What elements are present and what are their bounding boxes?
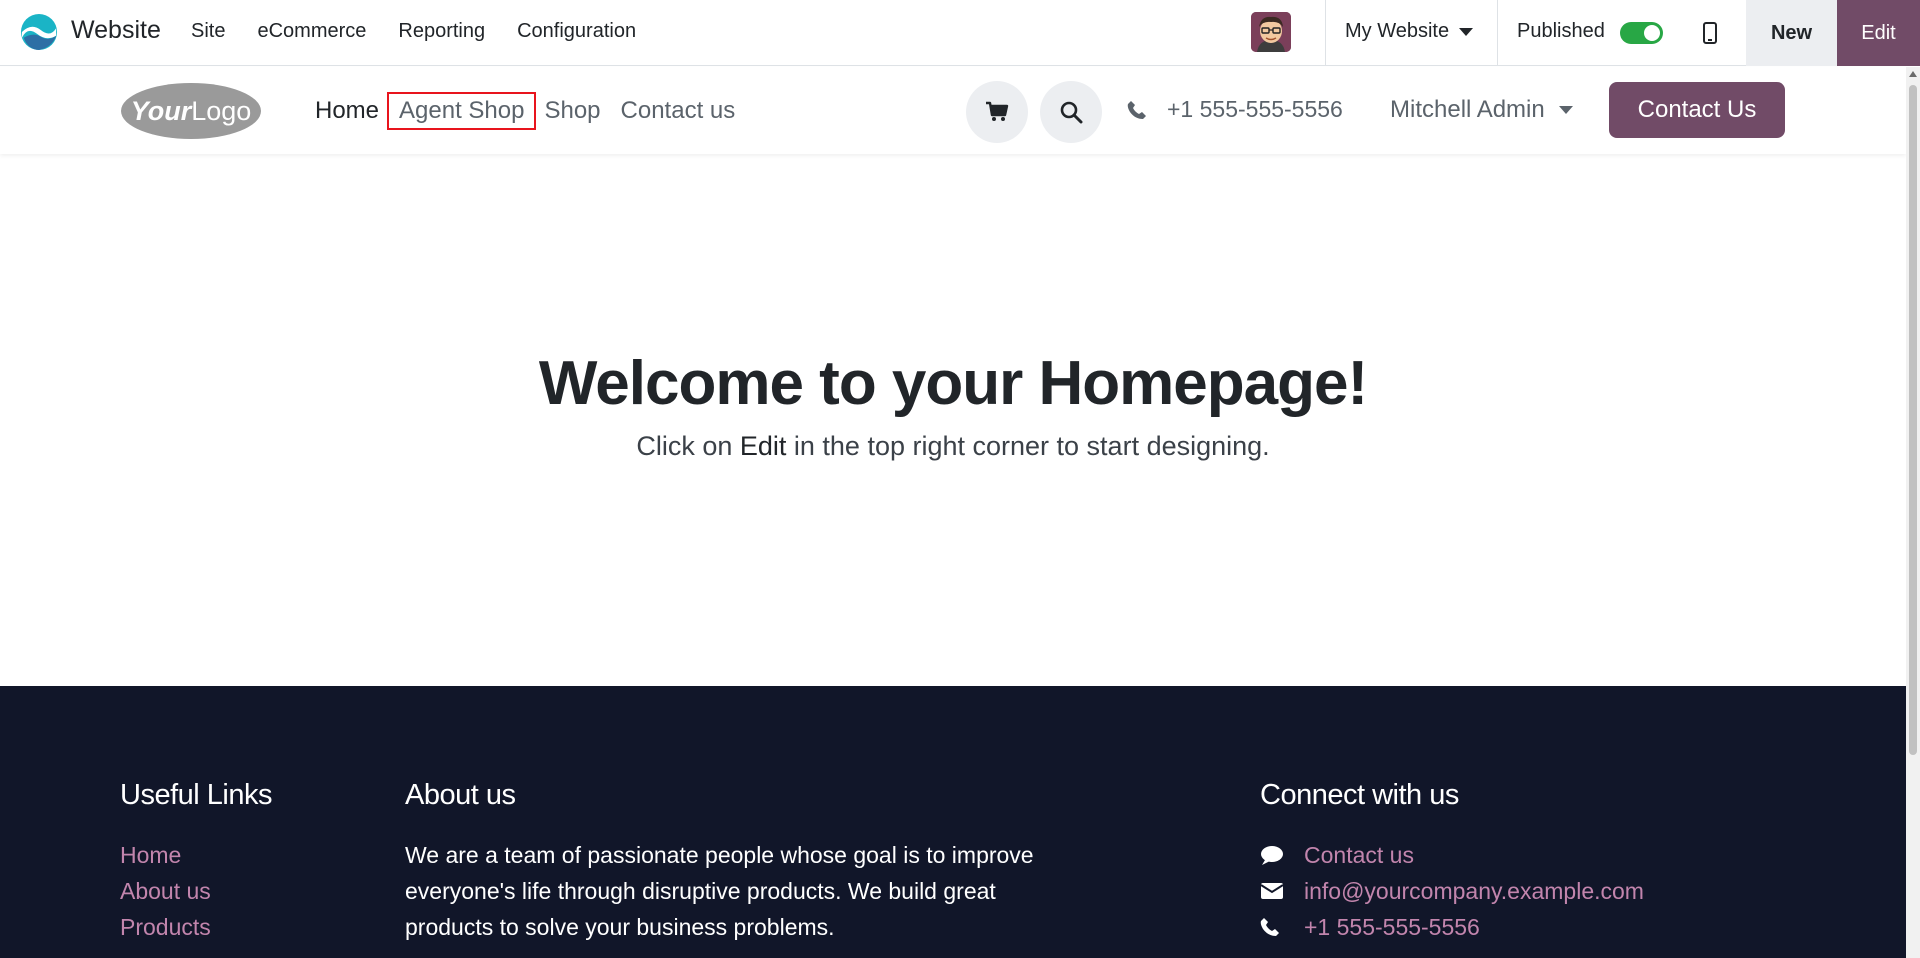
footer-phone-text: +1 555-555-5556 — [1304, 914, 1480, 940]
scroll-up-arrow-icon[interactable] — [1909, 71, 1917, 77]
mobile-preview-icon[interactable] — [1700, 18, 1720, 48]
hero-title-suffix: ! — [1347, 349, 1368, 418]
hero-subtitle: Click on Edit in the top right corner to… — [0, 431, 1906, 462]
hero-sub-bold: Edit — [739, 431, 787, 461]
hero-title: Welcome to your Homepage! — [0, 348, 1906, 419]
menu-site[interactable]: Site — [191, 20, 225, 43]
contact-us-button[interactable]: Contact Us — [1609, 82, 1785, 138]
user-avatar[interactable] — [1251, 12, 1291, 52]
cart-button[interactable] — [966, 81, 1028, 143]
footer-useful-links-title: Useful Links — [120, 779, 272, 811]
search-button[interactable] — [1040, 81, 1102, 143]
footer-contact-link[interactable]: Contact us — [1260, 837, 1644, 873]
menu-configuration[interactable]: Configuration — [517, 20, 636, 43]
avatar-face-icon — [1251, 12, 1291, 52]
website-selector[interactable]: My Website — [1345, 20, 1474, 43]
published-label: Published — [1517, 20, 1605, 42]
user-menu[interactable]: Mitchell Admin — [1390, 96, 1573, 124]
main-nav: Home Agent Shop Shop Contact us — [305, 92, 746, 130]
edit-button[interactable]: Edit — [1837, 0, 1920, 66]
nav-agent-shop[interactable]: Agent Shop — [387, 92, 537, 130]
published-toggle[interactable] — [1620, 22, 1663, 44]
nav-contact-us[interactable]: Contact us — [611, 94, 746, 128]
footer-phone-link[interactable]: +1 555-555-5556 — [1260, 909, 1644, 945]
footer-about: About us We are a team of passionate peo… — [405, 779, 1065, 945]
footer-link-products[interactable]: Products — [120, 909, 272, 945]
new-button[interactable]: New — [1746, 0, 1837, 66]
nav-shop[interactable]: Shop — [534, 94, 610, 128]
hero-sub-prefix: Click on — [636, 431, 740, 461]
envelope-icon — [1260, 883, 1284, 899]
hero-title-bold: Homepage — [1038, 349, 1349, 418]
footer-connect-title: Connect with us — [1260, 779, 1459, 811]
footer-connect: Connect with us Contact us info@yourcomp… — [1260, 779, 1644, 945]
admin-bar: Website Site eCommerce Reporting Configu… — [0, 0, 1920, 66]
search-icon — [1060, 101, 1083, 124]
footer-about-title: About us — [405, 779, 516, 811]
header-phone[interactable]: +1 555-555-5556 — [1127, 96, 1343, 123]
footer-link-about-us[interactable]: About us — [120, 873, 272, 909]
caret-down-icon — [1558, 106, 1573, 114]
nav-home[interactable]: Home — [305, 94, 389, 128]
svg-text:YourLogo: YourLogo — [131, 96, 252, 126]
admin-menu: Site eCommerce Reporting Configuration — [191, 20, 668, 43]
website-app-icon[interactable] — [20, 12, 58, 52]
comment-icon — [1261, 846, 1283, 865]
user-name: Mitchell Admin — [1390, 96, 1545, 123]
cart-icon — [986, 101, 1009, 121]
your-logo[interactable]: YourLogo — [120, 82, 262, 140]
footer-about-text: We are a team of passionate people whose… — [405, 842, 1034, 940]
hero-sub-suffix: in the top right corner to start designi… — [786, 431, 1270, 461]
footer-contact-text: Contact us — [1304, 842, 1414, 868]
separator — [1497, 0, 1498, 66]
scroll-thumb[interactable] — [1909, 85, 1917, 755]
site-header: YourLogo Home Agent Shop Shop Contact us… — [0, 67, 1906, 154]
footer-useful-links: Useful Links Home About us Products — [120, 779, 272, 945]
phone-icon — [1127, 100, 1146, 119]
footer-email-text: info@yourcompany.example.com — [1304, 878, 1644, 904]
website-selector-label: My Website — [1345, 20, 1450, 42]
footer: Useful Links Home About us Products Abou… — [0, 686, 1906, 958]
app-name[interactable]: Website — [71, 16, 161, 45]
caret-down-icon — [1459, 27, 1474, 36]
footer-link-home[interactable]: Home — [120, 837, 272, 873]
hero-title-prefix: Welcome to your — [538, 349, 1039, 418]
separator — [1325, 0, 1326, 66]
page-scrollbar[interactable] — [1906, 67, 1920, 958]
phone-icon — [1260, 918, 1279, 936]
menu-ecommerce[interactable]: eCommerce — [257, 20, 366, 43]
menu-reporting[interactable]: Reporting — [398, 20, 485, 43]
footer-email-link[interactable]: info@yourcompany.example.com — [1260, 873, 1644, 909]
header-phone-number: +1 555-555-5556 — [1167, 96, 1343, 122]
